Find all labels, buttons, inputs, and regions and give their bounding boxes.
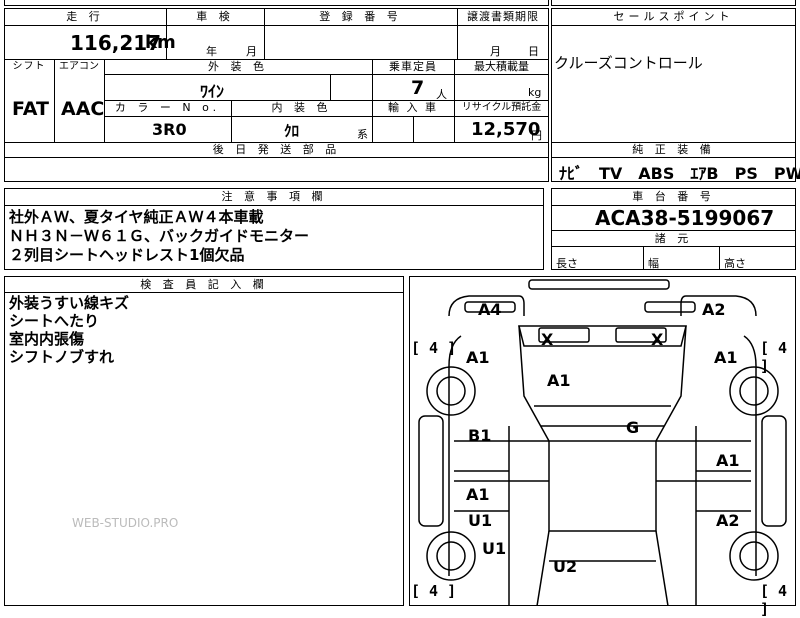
tread-depth-rear-left: [ 4 ] (411, 582, 457, 600)
width-label: 幅 (648, 257, 659, 270)
recycle-label: リサイクル預託金 (461, 102, 542, 113)
transfer-month-unit: 月 (490, 45, 501, 58)
damage-mark-a2: A2 (716, 511, 740, 530)
tread-depth-rear-right: [ 4 ] (760, 582, 788, 618)
transfer-day-unit: 日 (528, 45, 539, 58)
max-load-label: 最大積載量 (474, 60, 529, 73)
sales-point-box (551, 8, 796, 143)
damage-mark-a1: A1 (466, 348, 490, 367)
damage-mark-a4: A4 (478, 300, 502, 319)
max-load-unit: kg (528, 86, 542, 99)
shift-label: シフト (12, 61, 46, 72)
interior-color-suffix: 系 (357, 128, 368, 141)
chassis-number-label: 車 台 番 号 (632, 190, 715, 203)
watermark: WEB-STUDIO.PRO (72, 516, 179, 530)
registration-label: 登 録 番 号 (319, 10, 402, 23)
damage-mark-u1: U1 (482, 539, 507, 558)
inspector-line: 外装うすい線キズ (9, 294, 130, 312)
inspection-month-unit: 月 (246, 45, 257, 58)
dimensions-label: 諸 元 (654, 232, 693, 245)
damage-mark-x: X (651, 330, 664, 349)
damage-mark-x: X (541, 330, 554, 349)
damage-mark-u2: U2 (553, 557, 578, 576)
top-cropped-strip (4, 0, 549, 6)
color-no-value: 3R0 (152, 120, 187, 139)
tread-depth-front-right: [ 4 ] (760, 339, 788, 375)
damage-mark-a2: A2 (702, 300, 726, 319)
exterior-color-value: ﾜｲﾝ (200, 82, 225, 101)
aircon-label: エアコン (59, 61, 99, 72)
damage-mark-a1: A1 (716, 451, 740, 470)
sales-point-label: セールスポイント (613, 10, 734, 23)
exterior-color-label: 外 装 色 (208, 60, 268, 73)
shift-value: FAT (12, 98, 49, 120)
damage-mark-a1: A1 (547, 371, 571, 390)
inspection-year-unit: 年 (206, 45, 217, 58)
main-info-table (4, 8, 549, 143)
length-label: 長さ (556, 257, 578, 270)
damage-mark-g: G (626, 418, 640, 437)
damage-mark-a1: A1 (466, 485, 490, 504)
damage-mark-u1: U1 (468, 511, 493, 530)
genuine-equipment-value: ﾅﾋﾞ TV ABS ｴｱB PS PW (559, 164, 800, 183)
color-no-label: カ ラ ー N o. (114, 101, 221, 114)
notes-line: ＮＨ３Ｎ－Ｗ６１Ｇ、バックガイドモニター (9, 227, 310, 245)
notes-line: ２列目シートヘッドレスト1個欠品 (9, 246, 245, 264)
transfer-deadline-label: 譲渡書類期限 (467, 10, 539, 23)
capacity-label: 乗車定員 (389, 60, 437, 73)
capacity-value: 7 (411, 77, 425, 99)
height-label: 高さ (724, 257, 746, 270)
interior-color-value: ｸﾛ (284, 122, 300, 140)
damage-mark-a1: A1 (714, 348, 738, 367)
notes-line: 社外ＡＷ、夏タイヤ純正ＡＷ４本車載 (9, 208, 264, 226)
notes-label: 注 意 事 項 欄 (221, 190, 327, 203)
import-label: 輸 入 車 (388, 101, 438, 114)
inspection-label: 車 検 (196, 10, 234, 23)
inspector-notes-label: 検 査 員 記 入 欄 (140, 278, 268, 291)
chassis-number-value: ACA38-5199067 (595, 206, 775, 230)
genuine-equipment-label: 純 正 装 備 (632, 143, 715, 156)
aircon-value: AAC (61, 98, 105, 120)
sales-point-value: クルーズコントロール (554, 54, 703, 72)
mileage-unit: km (145, 32, 176, 53)
inspector-line: シートへたり (9, 312, 100, 330)
later-shipping-parts-label: 後 日 発 送 部 品 (212, 143, 341, 156)
mileage-label: 走 行 (66, 10, 104, 23)
recycle-fee-unit: 円 (531, 129, 542, 142)
top-cropped-strip-right (551, 0, 796, 6)
interior-color-label: 内 装 色 (271, 101, 332, 114)
damage-mark-b1: B1 (468, 426, 492, 445)
inspector-line: シフトノブすれ (9, 348, 115, 366)
inspector-line: 室内内張傷 (9, 330, 85, 348)
tread-depth-front-left: [ 4 ] (411, 339, 457, 357)
